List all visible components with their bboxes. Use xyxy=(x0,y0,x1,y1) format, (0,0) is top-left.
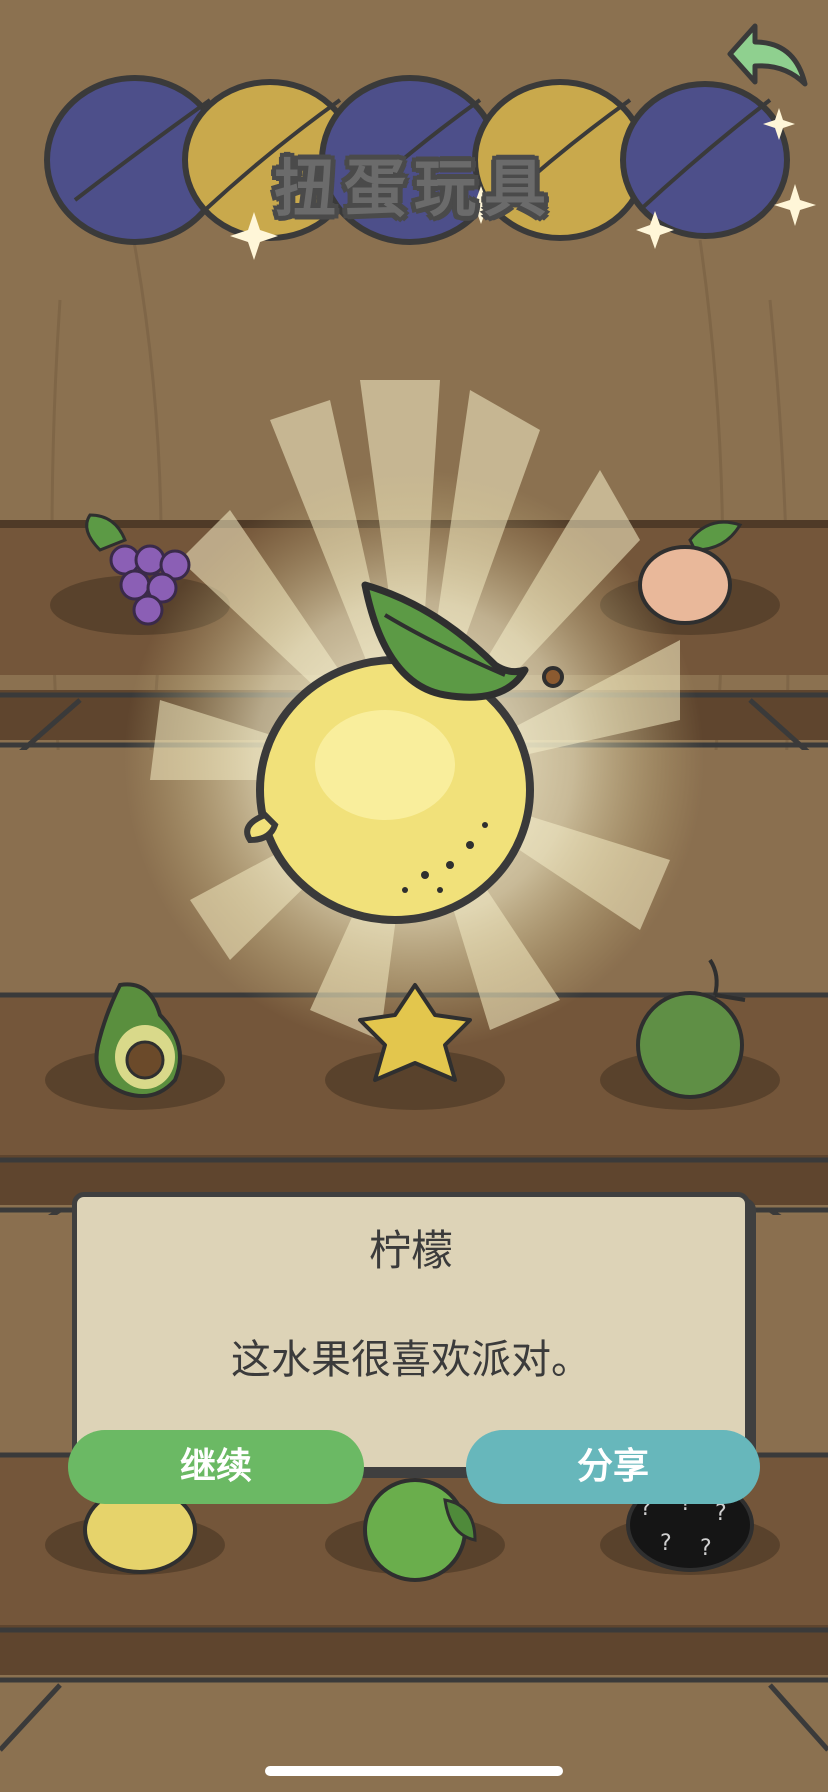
svg-text:?: ? xyxy=(715,1501,727,1526)
peach-icon xyxy=(638,520,743,625)
avocado-icon xyxy=(94,982,182,1098)
share-button[interactable]: 分享 xyxy=(466,1430,760,1504)
back-arrow-icon xyxy=(727,23,808,87)
game-screen: 扭蛋玩具 ??? ? 柠檬 这水果很喜欢派对。 继续 分享 xyxy=(0,0,828,1792)
home-indicator[interactable] xyxy=(265,1766,563,1776)
grape-icon xyxy=(85,513,191,626)
starfruit-icon xyxy=(358,983,472,1082)
svg-text:?: ? xyxy=(660,1531,672,1556)
fruit-name: 柠檬 xyxy=(368,1226,453,1275)
fruit-description: 这水果很喜欢派对。 xyxy=(231,1337,591,1383)
page-title: 扭蛋玩具 xyxy=(273,152,554,225)
back-button[interactable] xyxy=(710,14,814,98)
coconut-icon xyxy=(636,958,746,1099)
continue-button[interactable]: 继续 xyxy=(68,1430,364,1504)
reward-lemon-icon xyxy=(244,581,564,924)
svg-text:?: ? xyxy=(700,1536,712,1561)
